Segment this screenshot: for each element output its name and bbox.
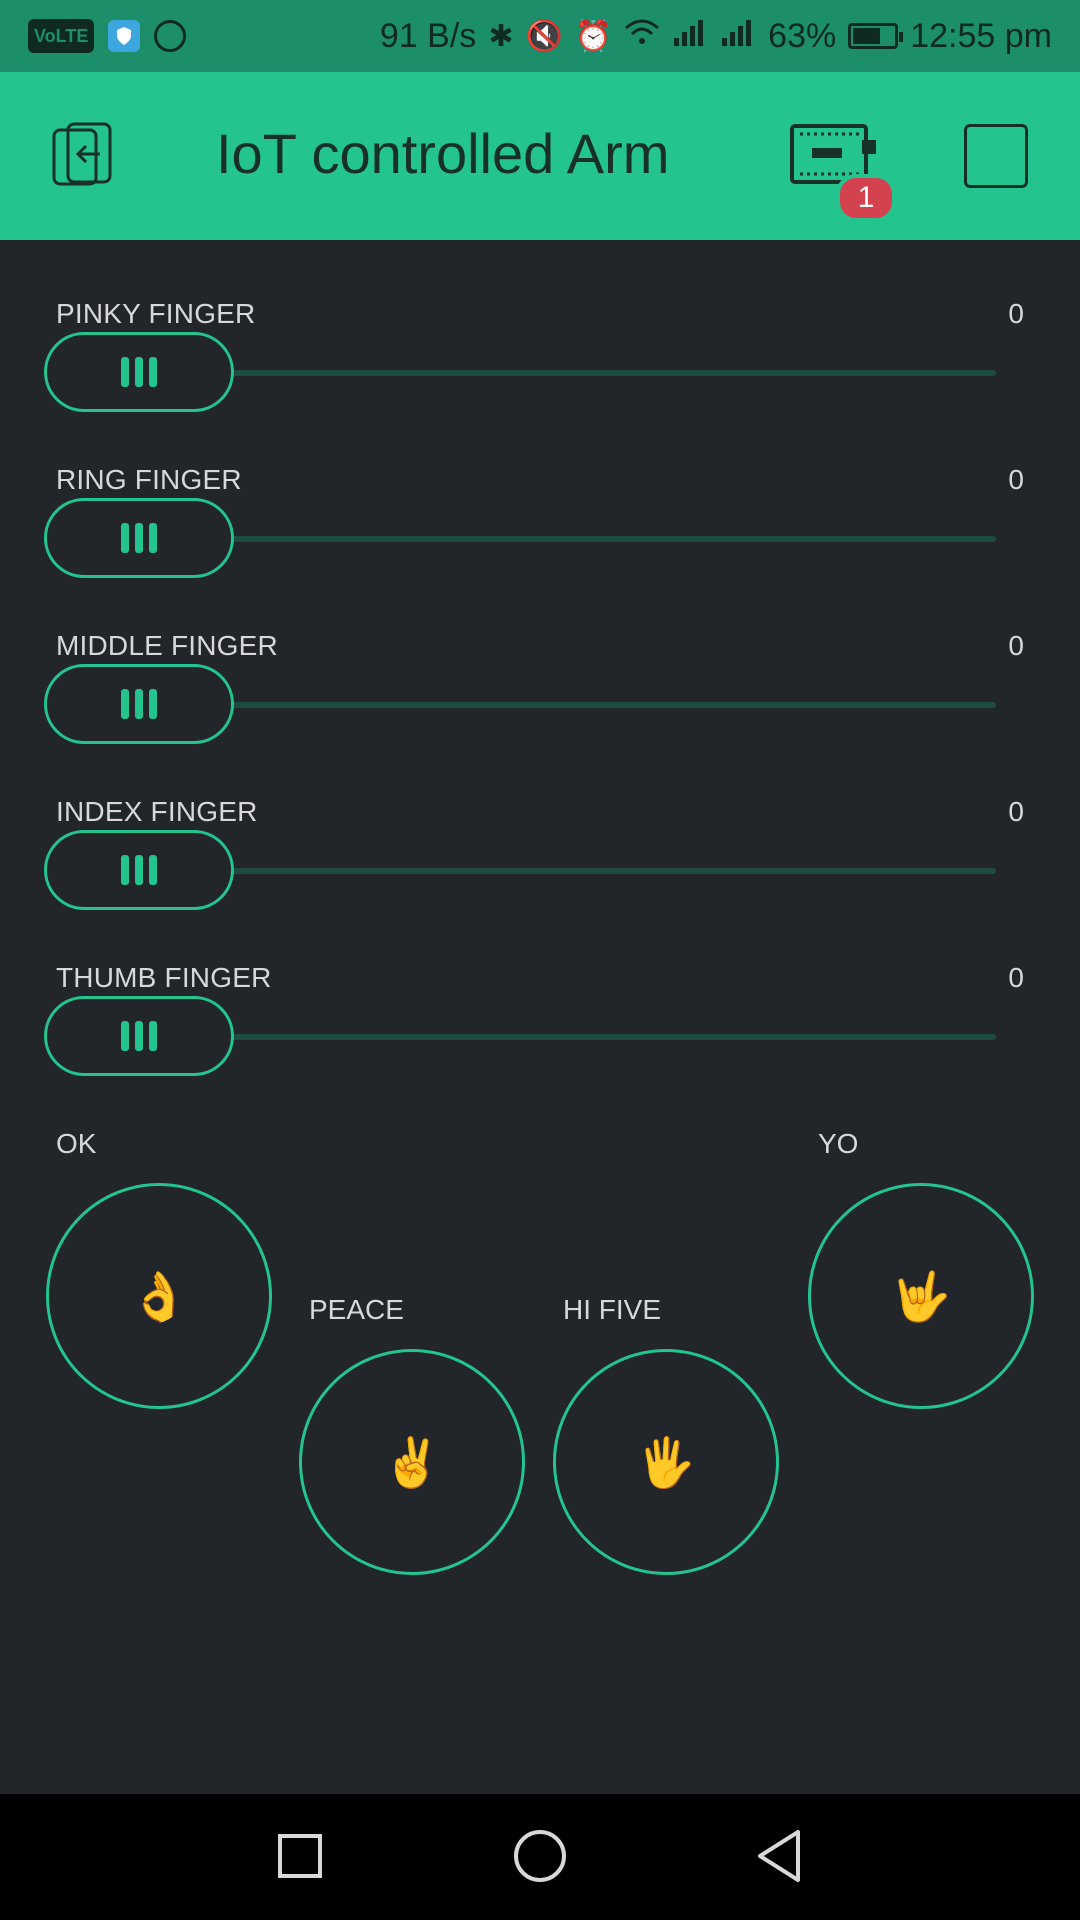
- raised-hand-icon: 🖐: [636, 1436, 696, 1490]
- slider-label: MIDDLE FINGER: [56, 630, 278, 661]
- slider-track[interactable]: [230, 370, 996, 376]
- back-button[interactable]: [754, 1828, 804, 1884]
- slider-value: 0: [1008, 630, 1024, 661]
- app-bar: IoT controlled Arm 1: [0, 72, 1080, 240]
- ok-label: OK: [56, 1128, 97, 1159]
- slider-value: 0: [1008, 298, 1024, 329]
- device-notification-badge: 1: [836, 174, 896, 222]
- alarm-icon: ⏰: [574, 19, 613, 53]
- slider-label: INDEX FINGER: [56, 796, 258, 827]
- slider-handle[interactable]: [44, 498, 234, 578]
- ok-gesture-button[interactable]: 👌: [46, 1183, 272, 1409]
- signal-icon-2: [720, 18, 756, 54]
- exit-project-button[interactable]: [48, 122, 120, 190]
- whatsapp-icon: [154, 20, 187, 52]
- slider-handle[interactable]: [44, 996, 234, 1076]
- slider-track[interactable]: [230, 868, 996, 874]
- thumb-finger-slider: THUMB FINGER 0: [0, 962, 1080, 1112]
- wifi-icon: [624, 18, 660, 54]
- bluetooth-icon: ✱: [488, 19, 514, 53]
- stop-button[interactable]: [964, 124, 1028, 188]
- peace-label: PEACE: [309, 1294, 404, 1325]
- middle-finger-slider: MIDDLE FINGER 0: [0, 630, 1080, 780]
- recents-button[interactable]: [278, 1834, 322, 1878]
- slider-track[interactable]: [230, 536, 996, 542]
- status-bar: VoLTE 91 B/s ✱ 🔇 ⏰ 63% 12:55 pm: [0, 0, 1080, 72]
- slider-track[interactable]: [230, 702, 996, 708]
- yo-label: YO: [818, 1128, 859, 1159]
- yo-gesture-button[interactable]: 🤟: [808, 1183, 1034, 1409]
- pinky-finger-slider: PINKY FINGER 0: [0, 298, 1080, 448]
- slider-handle[interactable]: [44, 830, 234, 910]
- hi-five-gesture-button[interactable]: 🖐: [553, 1349, 779, 1575]
- peace-hand-icon: ✌: [382, 1436, 442, 1490]
- ring-finger-slider: RING FINGER 0: [0, 464, 1080, 614]
- ok-hand-icon: 👌: [129, 1270, 189, 1324]
- slider-label: RING FINGER: [56, 464, 242, 495]
- home-button[interactable]: [514, 1830, 566, 1882]
- clock: 12:55 pm: [910, 16, 1052, 55]
- mute-icon: 🔇: [525, 19, 563, 53]
- slider-value: 0: [1008, 464, 1024, 495]
- slider-value: 0: [1008, 962, 1024, 993]
- battery-percent: 63%: [768, 16, 837, 55]
- slider-handle[interactable]: [44, 664, 234, 744]
- exit-icon: [52, 122, 112, 186]
- slider-handle[interactable]: [44, 332, 234, 412]
- network-speed: 91 B/s: [379, 16, 477, 55]
- slider-label: PINKY FINGER: [56, 298, 256, 329]
- rock-hand-icon: 🤟: [891, 1270, 951, 1324]
- volte-icon: VoLTE: [28, 19, 95, 53]
- peace-gesture-button[interactable]: ✌: [299, 1349, 525, 1575]
- slider-value: 0: [1008, 796, 1024, 827]
- page-title: IoT controlled Arm: [216, 122, 670, 185]
- index-finger-slider: INDEX FINGER 0: [0, 796, 1080, 946]
- back-triangle-icon: [758, 1830, 800, 1882]
- battery-icon: [848, 23, 904, 49]
- signal-icon: [672, 18, 708, 54]
- slider-track[interactable]: [230, 1034, 996, 1040]
- shield-icon: [108, 20, 141, 52]
- system-nav-bar: [0, 1794, 1080, 1920]
- hi-five-label: HI FIVE: [563, 1294, 662, 1325]
- slider-label: THUMB FINGER: [56, 962, 272, 993]
